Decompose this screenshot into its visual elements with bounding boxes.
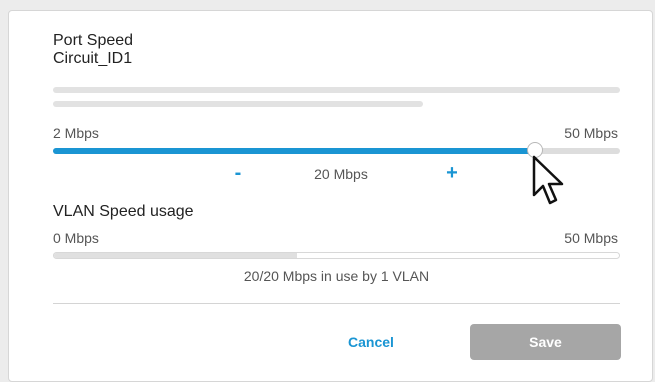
vlan-usage-min-label: 0 Mbps <box>53 230 99 246</box>
vlan-usage-title: VLAN Speed usage <box>53 203 194 220</box>
port-speed-max-label: 50 Mbps <box>564 125 618 141</box>
increase-speed-button[interactable]: + <box>445 163 459 183</box>
vlan-usage-bar <box>53 252 620 259</box>
vlan-usage-summary: 20/20 Mbps in use by 1 VLAN <box>243 268 430 284</box>
port-speed-min-label: 2 Mbps <box>53 125 99 141</box>
save-button[interactable]: Save <box>470 324 621 360</box>
circuit-id: Circuit_ID1 <box>53 50 133 67</box>
cancel-button[interactable]: Cancel <box>334 324 408 360</box>
divider <box>53 303 620 304</box>
placeholder-line <box>53 101 423 107</box>
port-speed-dialog: Port Speed Circuit_ID1 2 Mbps 50 Mbps - … <box>8 10 653 382</box>
port-speed-title: Port Speed <box>53 32 134 49</box>
current-speed-value: 20 Mbps <box>314 166 368 182</box>
vlan-usage-max-label: 50 Mbps <box>564 230 618 246</box>
vlan-usage-bar-fill <box>54 253 297 258</box>
decrease-speed-button[interactable]: - <box>231 163 245 183</box>
port-speed-slider-fill <box>53 148 535 154</box>
mouse-pointer-icon <box>532 155 564 205</box>
placeholder-line <box>53 87 620 93</box>
